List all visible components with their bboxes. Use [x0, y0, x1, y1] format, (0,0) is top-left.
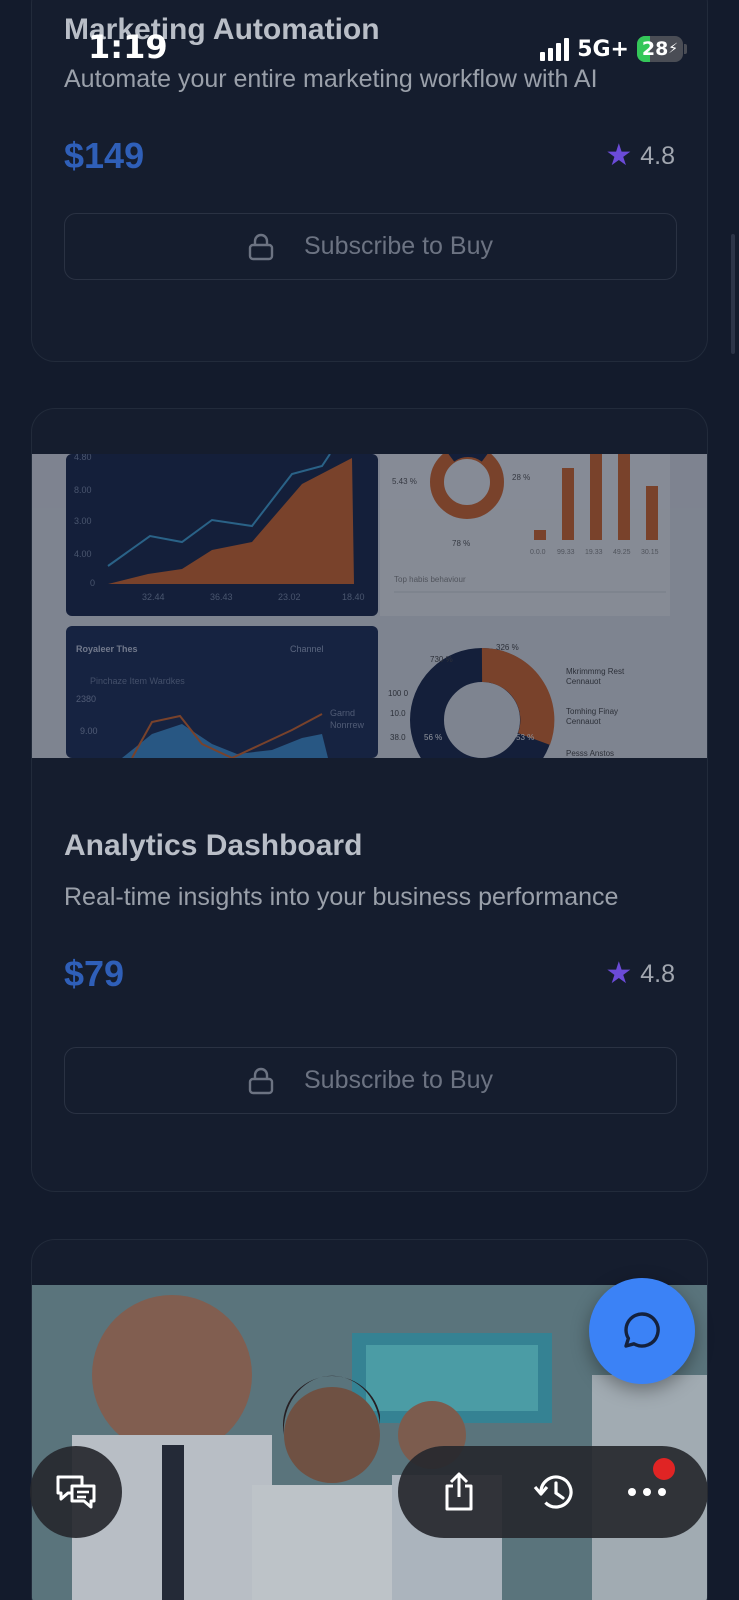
history-icon	[533, 1475, 573, 1509]
chat-bubble-icon	[624, 1312, 660, 1348]
messages-icon	[56, 1475, 96, 1509]
battery-icon: 28 ⚡	[637, 36, 687, 62]
notification-dot	[653, 1458, 675, 1480]
history-button[interactable]	[523, 1462, 583, 1522]
network-label: 5G+	[577, 36, 629, 62]
product-rating: ★ 4.8	[605, 959, 675, 989]
signal-icon	[540, 37, 570, 61]
share-icon	[445, 1472, 473, 1511]
charging-bolt-icon: ⚡	[668, 41, 679, 57]
subscribe-button[interactable]: Subscribe to Buy	[64, 1047, 677, 1114]
product-rating: ★ 4.8	[605, 141, 675, 171]
share-button[interactable]	[429, 1462, 489, 1522]
subscribe-label: Subscribe to Buy	[304, 232, 493, 260]
clock: 1:19	[88, 28, 168, 66]
lock-icon	[248, 1067, 274, 1094]
product-price: $149	[64, 135, 145, 176]
status-indicators: 5G+ 28 ⚡	[540, 36, 687, 62]
product-card: 4.80 8.00 3.00 4.00 0 32.44 36.43 23.02 …	[31, 408, 708, 1192]
lock-icon	[248, 233, 274, 260]
subscribe-button[interactable]: Subscribe to Buy	[64, 213, 677, 280]
product-price: $79	[64, 953, 125, 994]
product-image: 4.80 8.00 3.00 4.00 0 32.44 36.43 23.02 …	[32, 443, 707, 792]
messages-button[interactable]	[30, 1446, 122, 1538]
battery-level: 28	[641, 38, 669, 60]
product-description: Real-time insights into your business pe…	[64, 883, 619, 911]
product-title: Analytics Dashboard	[64, 829, 363, 862]
star-icon: ★	[605, 139, 633, 172]
chat-button[interactable]	[589, 1278, 695, 1384]
more-icon	[628, 1488, 666, 1496]
rating-value: 4.8	[640, 141, 675, 170]
subscribe-label: Subscribe to Buy	[304, 1066, 493, 1094]
star-icon: ★	[605, 957, 633, 990]
scrollbar[interactable]	[731, 234, 735, 354]
more-button[interactable]	[617, 1458, 677, 1522]
browser-toolbar	[398, 1446, 708, 1538]
status-bar: 1:19 5G+ 28 ⚡	[0, 0, 739, 96]
rating-value: 4.8	[640, 959, 675, 988]
